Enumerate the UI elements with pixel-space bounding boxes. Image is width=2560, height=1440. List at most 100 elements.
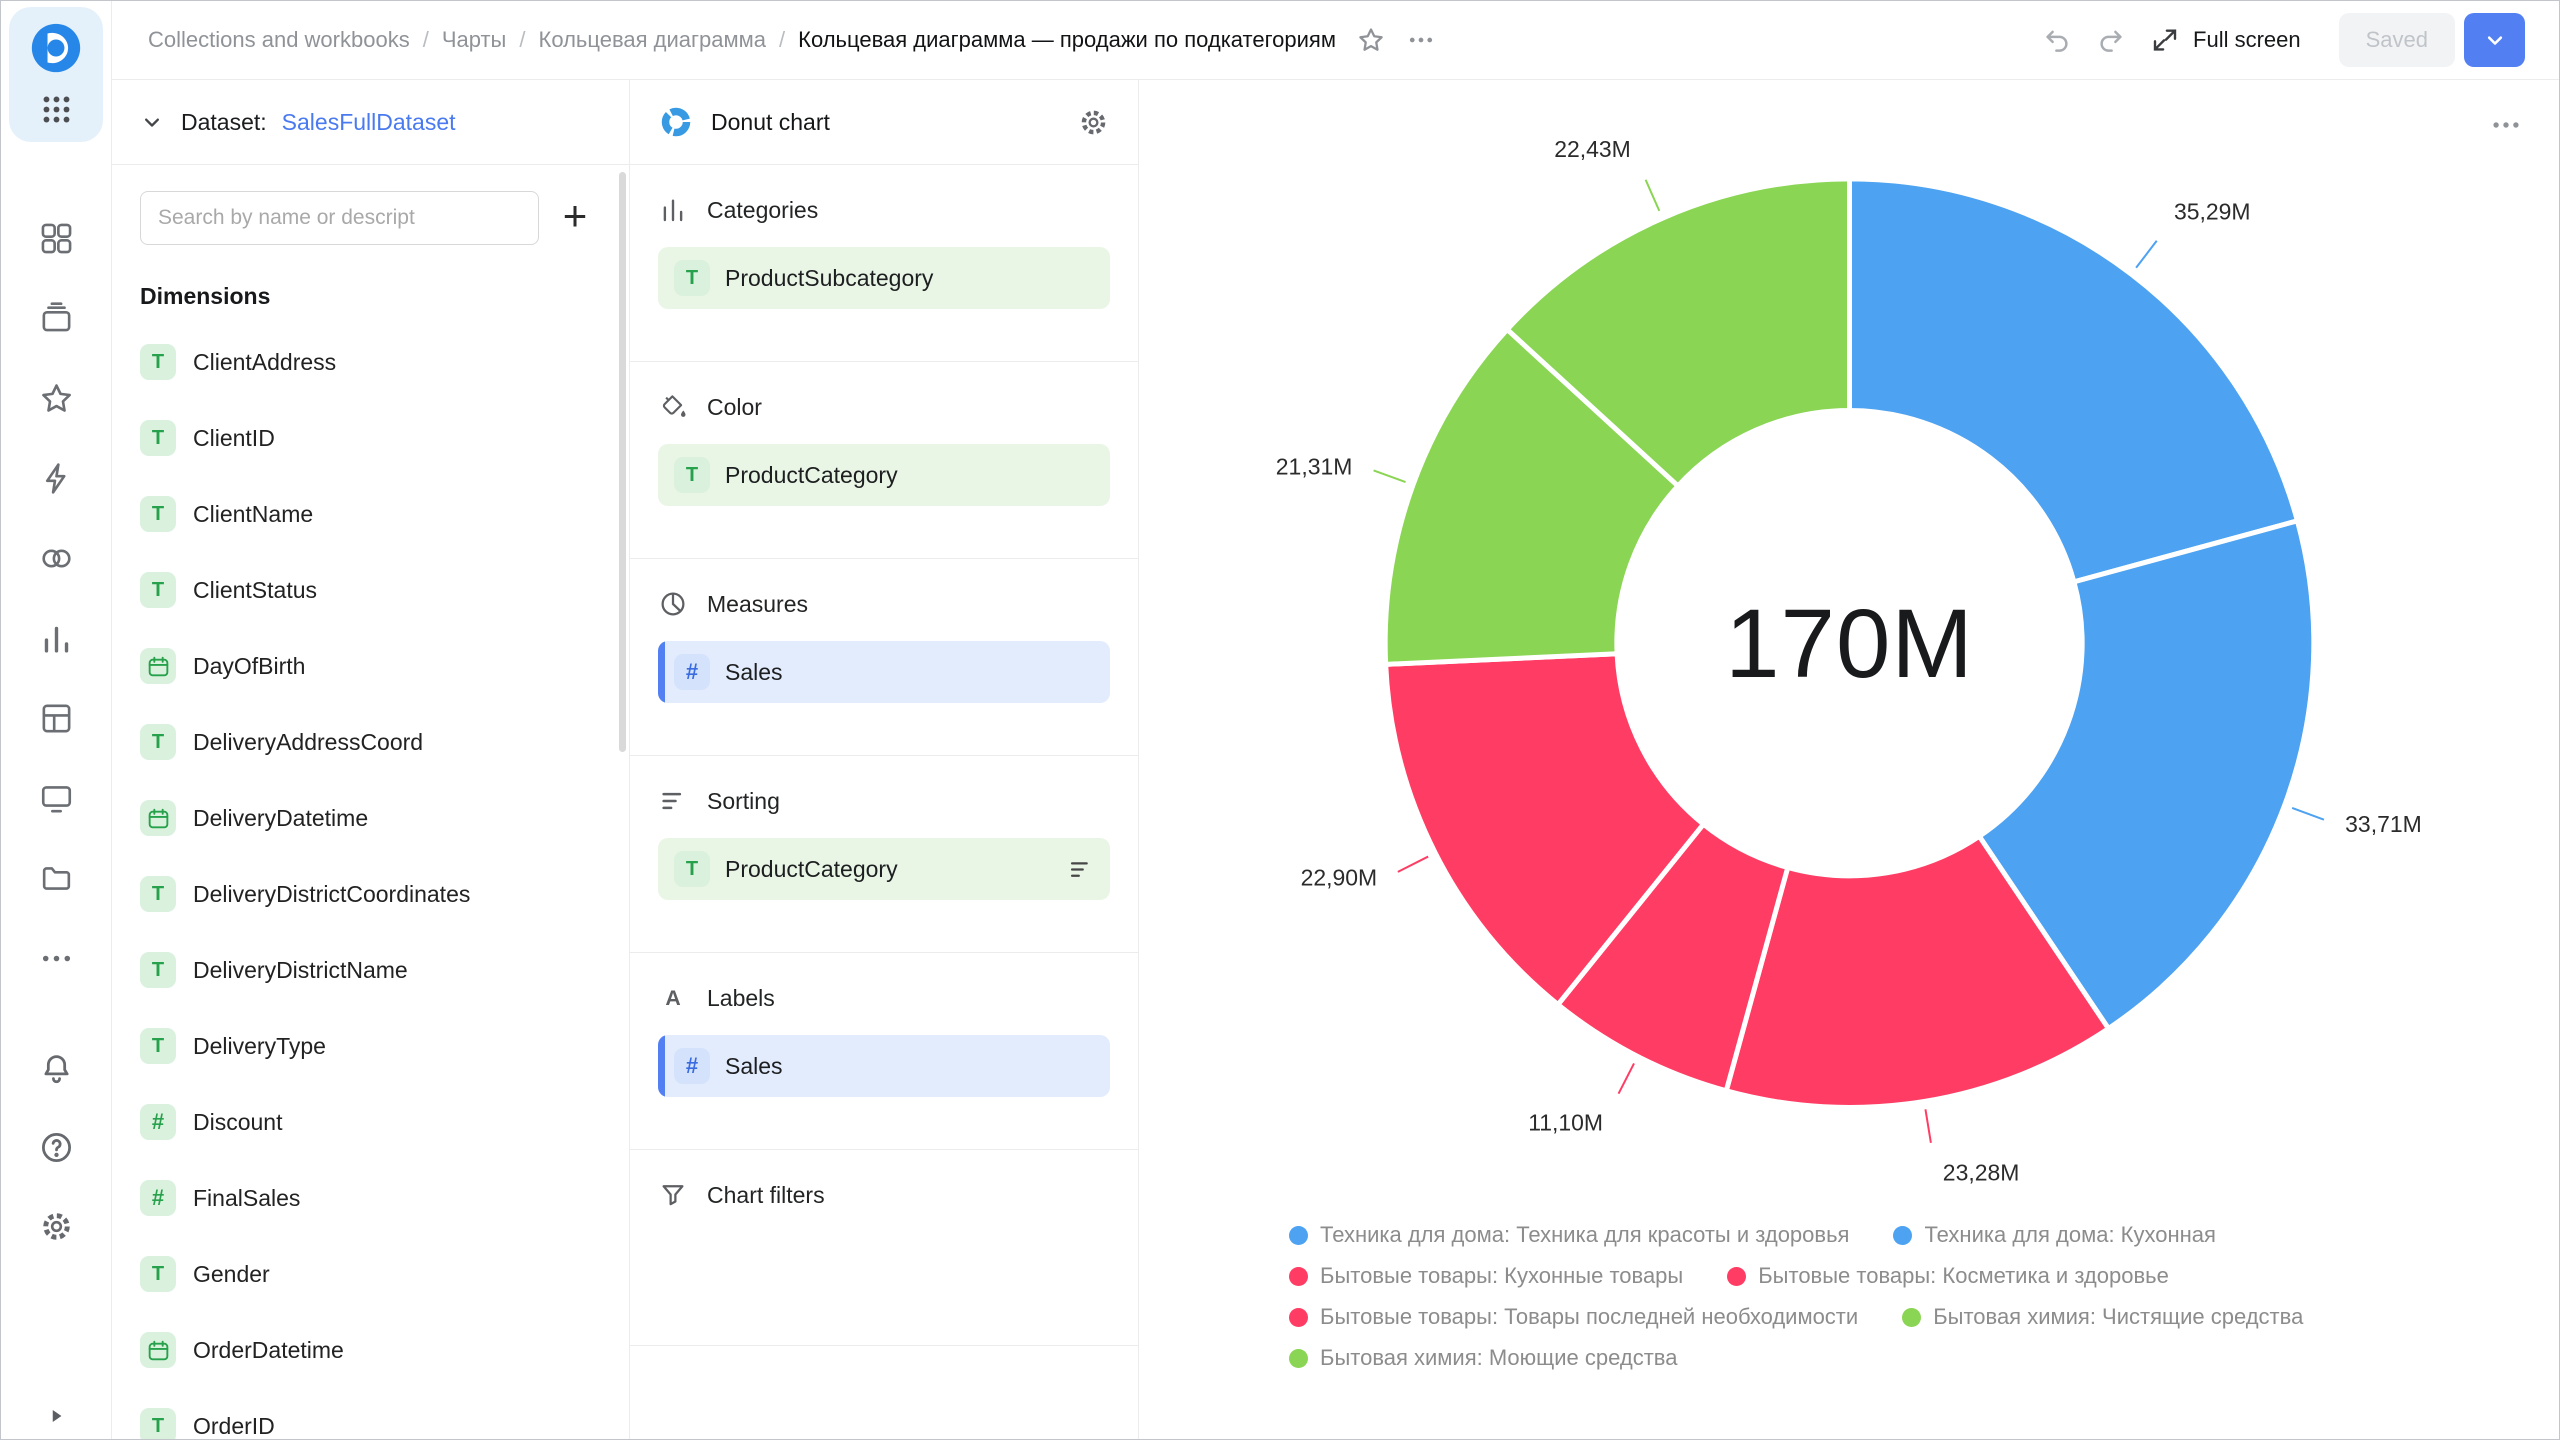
number-field-icon: # bbox=[674, 654, 710, 690]
string-field-icon: T bbox=[140, 876, 176, 912]
funnel-icon bbox=[658, 1180, 688, 1210]
legend-marker bbox=[1289, 1349, 1308, 1368]
legend-item[interactable]: Бытовая химия: Чистящие средства bbox=[1902, 1304, 2303, 1330]
pie-chart-icon bbox=[658, 589, 688, 619]
save-button[interactable]: Saved bbox=[2339, 13, 2455, 67]
redo-icon[interactable] bbox=[2096, 25, 2126, 55]
logo-area bbox=[9, 7, 103, 142]
field-name: ClientAddress bbox=[193, 349, 336, 376]
legend-item[interactable]: Бытовая химия: Моющие средства bbox=[1289, 1345, 1677, 1371]
dataset-field-row[interactable]: T DeliveryType bbox=[140, 1008, 601, 1084]
dataset-field-row[interactable]: TDeliveryAddressCoord bbox=[140, 704, 601, 780]
field-chip[interactable]: TProductCategory bbox=[658, 838, 1110, 900]
dataset-field-row[interactable]: # FinalSales bbox=[140, 1160, 601, 1236]
string-field-icon: T bbox=[674, 457, 710, 493]
legend-label: Техника для дома: Кухонная bbox=[1924, 1222, 2215, 1248]
dataset-name-link[interactable]: SalesFullDataset bbox=[282, 109, 456, 136]
chip-field-name: Sales bbox=[725, 1053, 783, 1080]
dataset-field-row[interactable]: DeliveryDatetime bbox=[140, 780, 601, 856]
dataset-field-row[interactable]: TClientStatus bbox=[140, 552, 601, 628]
categories-columns-icon bbox=[658, 195, 688, 225]
sort-direction-icon[interactable] bbox=[1067, 856, 1094, 883]
dashboard-icon[interactable] bbox=[38, 220, 75, 257]
legend-item[interactable]: Техника для дома: Техника для красоты и … bbox=[1289, 1222, 1849, 1248]
expand-panel-icon[interactable] bbox=[43, 1403, 69, 1429]
donut-segment[interactable] bbox=[1849, 179, 2297, 582]
breadcrumb-item[interactable]: Collections and workbooks bbox=[148, 27, 410, 53]
fullscreen-control[interactable]: Full screen bbox=[2150, 25, 2301, 55]
notifications-bell-icon[interactable] bbox=[38, 1050, 75, 1087]
section-label: Sorting bbox=[707, 788, 780, 815]
chart-menu-ellipsis-icon[interactable] bbox=[2489, 108, 2523, 142]
string-field-icon: T bbox=[140, 1028, 176, 1064]
charts-icon[interactable] bbox=[38, 620, 75, 657]
legend-label: Бытовые товары: Косметика и здоровье bbox=[1758, 1263, 2169, 1289]
chevron-down-icon bbox=[2481, 26, 2509, 54]
dimensions-list: TClientAddressTClientIDTClientNameTClien… bbox=[140, 324, 601, 1439]
more-ellipsis-icon[interactable] bbox=[38, 940, 75, 977]
string-field-icon: T bbox=[140, 724, 176, 760]
donut-center-total: 170M bbox=[1725, 588, 1974, 698]
number-field-icon: # bbox=[140, 1104, 176, 1140]
number-field-icon: # bbox=[140, 1180, 176, 1216]
breadcrumb-item: Кольцевая диаграмма — продажи по подкате… bbox=[798, 27, 1336, 53]
dataset-scrollbar[interactable] bbox=[619, 172, 626, 752]
label-leader-line bbox=[1619, 1063, 1634, 1093]
storage-folder-icon[interactable] bbox=[38, 860, 75, 897]
number-field-icon: # bbox=[674, 1048, 710, 1084]
section-label: Labels bbox=[707, 985, 775, 1012]
datasets-table-icon[interactable] bbox=[38, 700, 75, 737]
legend-item[interactable]: Бытовые товары: Кухонные товары bbox=[1289, 1263, 1683, 1289]
dataset-field-row[interactable]: TGender bbox=[140, 1236, 601, 1312]
search-input[interactable] bbox=[140, 191, 539, 245]
field-chip[interactable]: #Sales bbox=[658, 641, 1110, 703]
field-chip[interactable]: TProductCategory bbox=[658, 444, 1110, 506]
datalens-logo-icon[interactable] bbox=[27, 19, 85, 77]
dataset-field-row[interactable]: OrderDatetime bbox=[140, 1312, 601, 1388]
section-label: Color bbox=[707, 394, 762, 421]
dataset-field-row[interactable]: TClientAddress bbox=[140, 324, 601, 400]
favorite-star-icon[interactable] bbox=[1356, 25, 1386, 55]
legend-item[interactable]: Бытовые товары: Товары последней необход… bbox=[1289, 1304, 1858, 1330]
breadcrumb-item[interactable]: Кольцевая диаграмма bbox=[539, 27, 767, 53]
help-icon[interactable] bbox=[38, 1129, 75, 1166]
dataset-field-row[interactable]: TDeliveryDistrictCoordinates bbox=[140, 856, 601, 932]
favorites-star-icon[interactable] bbox=[38, 380, 75, 417]
field-name: OrderDatetime bbox=[193, 1337, 344, 1364]
legend-marker bbox=[1893, 1226, 1912, 1245]
dimensions-heading: Dimensions bbox=[140, 283, 601, 310]
field-name: DeliveryType bbox=[193, 1033, 326, 1060]
legend-item[interactable]: Техника для дома: Кухонная bbox=[1893, 1222, 2215, 1248]
legend-marker bbox=[1289, 1308, 1308, 1327]
dataset-field-row[interactable]: #Discount bbox=[140, 1084, 601, 1160]
add-field-button[interactable]: + bbox=[549, 192, 601, 244]
relations-rings-icon[interactable] bbox=[38, 540, 75, 577]
field-chip[interactable]: # Sales bbox=[658, 1035, 1110, 1097]
collections-icon[interactable] bbox=[38, 300, 75, 337]
field-name: FinalSales bbox=[193, 1185, 300, 1212]
apps-grid-icon[interactable] bbox=[38, 91, 75, 128]
field-chip[interactable]: TProductSubcategory bbox=[658, 247, 1110, 309]
chart-settings-gear-icon[interactable] bbox=[1077, 106, 1110, 139]
quick-actions-lightning-icon[interactable] bbox=[38, 460, 75, 497]
undo-icon[interactable] bbox=[2042, 25, 2072, 55]
sorting-icon bbox=[658, 786, 688, 816]
dataset-field-row[interactable]: DayOfBirth bbox=[140, 628, 601, 704]
segment-value-label: 21,31M bbox=[1276, 453, 1353, 479]
dashboards-monitor-icon[interactable] bbox=[38, 780, 75, 817]
chart-config-panel: Donut chart CategoriesTProductSubcategor… bbox=[630, 80, 1139, 1439]
dataset-field-row[interactable]: TClientName bbox=[140, 476, 601, 552]
legend-label: Бытовая химия: Чистящие средства bbox=[1933, 1304, 2303, 1330]
more-actions-icon[interactable] bbox=[1406, 25, 1436, 55]
dataset-field-row[interactable]: TClientID bbox=[140, 400, 601, 476]
legend-item[interactable]: Бытовые товары: Косметика и здоровье bbox=[1727, 1263, 2169, 1289]
string-field-icon: T bbox=[674, 260, 710, 296]
dataset-field-row[interactable]: TOrderID bbox=[140, 1388, 601, 1439]
dataset-field-row[interactable]: TDeliveryDistrictName bbox=[140, 932, 601, 1008]
save-dropdown-button[interactable] bbox=[2464, 13, 2525, 67]
breadcrumb-item[interactable]: Чарты bbox=[442, 27, 507, 53]
dataset-collapse-chevron-icon[interactable] bbox=[138, 108, 166, 136]
svg-text:A: A bbox=[665, 986, 680, 1010]
settings-gear-icon[interactable] bbox=[38, 1208, 75, 1245]
section-header: Color bbox=[658, 392, 1110, 422]
